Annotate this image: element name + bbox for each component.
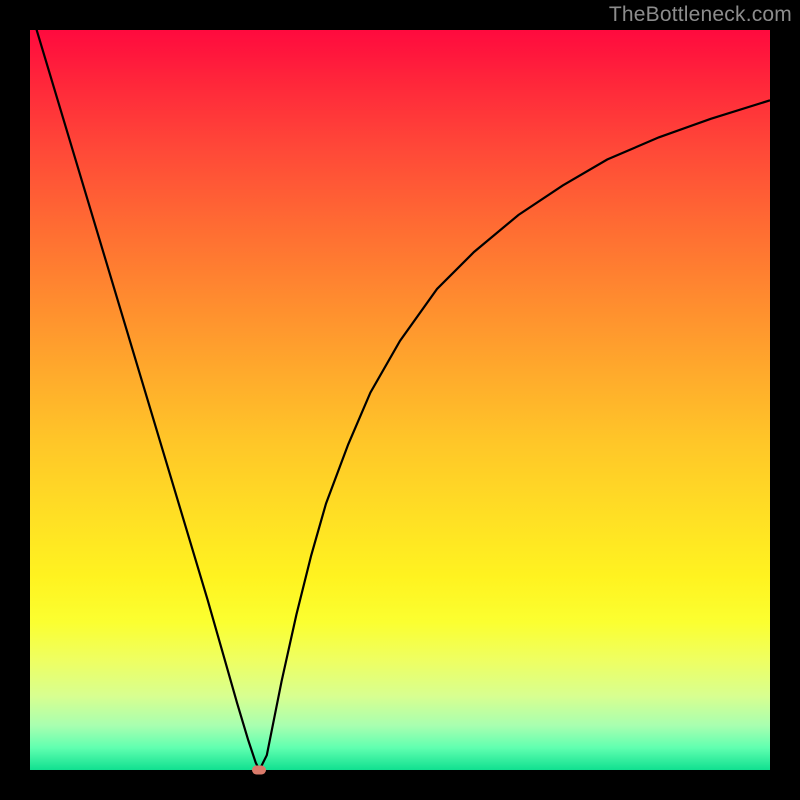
bottleneck-curve [30,30,770,770]
curve-svg [30,30,770,770]
chart-frame: TheBottleneck.com [0,0,800,800]
optimum-marker [252,766,266,775]
watermark-text: TheBottleneck.com [609,3,792,27]
plot-area [30,30,770,770]
